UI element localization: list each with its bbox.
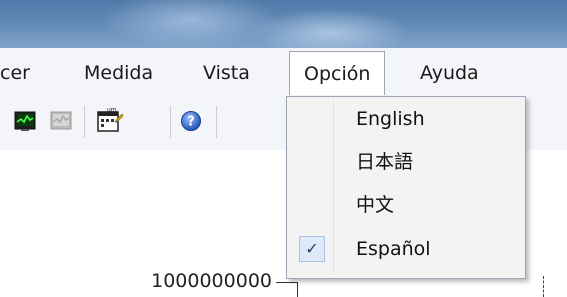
window-title-bar	[0, 0, 567, 48]
menu-option-japanese[interactable]: 日本語	[291, 144, 521, 180]
svg-text:um: um	[107, 107, 117, 114]
title-bar-glow	[250, 8, 410, 48]
menu-item-opcion[interactable]: Opción	[289, 51, 386, 95]
menu-item-ayuda[interactable]: Ayuda	[420, 61, 479, 85]
toolbar-separator	[84, 106, 85, 138]
chart-dashed-line	[543, 276, 545, 297]
menu-item-vista[interactable]: Vista	[203, 61, 250, 85]
menu-option-label: 日本語	[356, 151, 414, 173]
checkmark-icon: ✓	[299, 236, 325, 262]
monitor-graph-icon[interactable]	[14, 110, 36, 132]
menu-option-label: 中文	[356, 194, 395, 216]
menu-option-english[interactable]: English	[291, 101, 521, 137]
toolbar-separator	[216, 106, 217, 138]
y-axis-tick	[276, 282, 298, 283]
menu-option-chinese[interactable]: 中文	[291, 187, 521, 223]
menu-item-hacer[interactable]: cer	[0, 61, 30, 85]
y-axis-line	[297, 282, 298, 297]
help-icon[interactable]: ?	[180, 110, 202, 132]
menu-option-spanish[interactable]: ✓ Español	[291, 231, 521, 267]
y-axis-tick-label: 1000000000	[151, 270, 272, 292]
menu-item-medida[interactable]: Medida	[84, 61, 153, 85]
calendar-edit-icon[interactable]: um	[96, 106, 124, 134]
menu-bar: cer Medida Vista Opción Ayuda	[0, 48, 567, 99]
toolbar-separator	[170, 106, 171, 138]
svg-text:?: ?	[187, 115, 195, 130]
monitor-graph-disabled-icon[interactable]	[50, 110, 72, 132]
menu-option-label: Español	[356, 238, 431, 260]
menu-option-label: English	[356, 108, 425, 130]
options-dropdown-menu: English 日本語 中文 ✓ Español	[286, 96, 526, 279]
